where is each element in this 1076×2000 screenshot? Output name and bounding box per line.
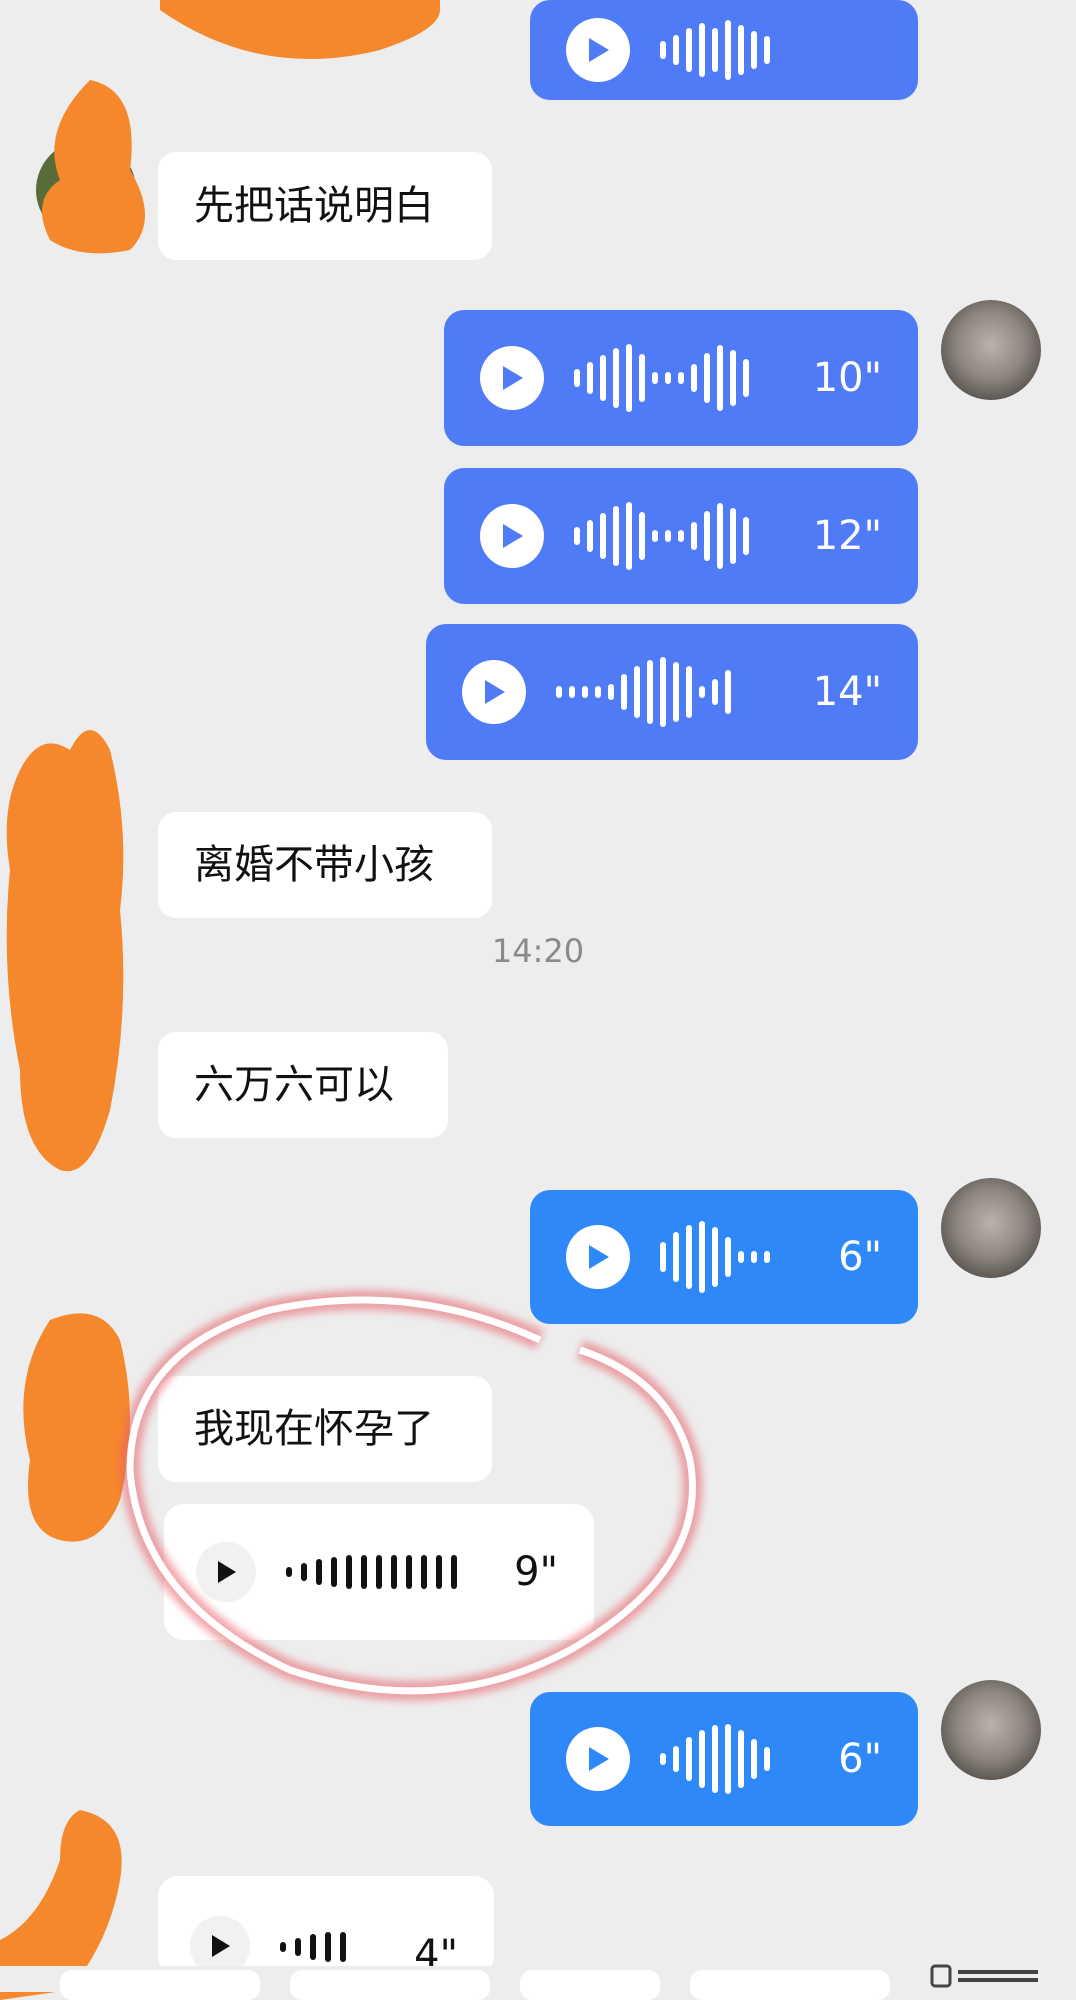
play-icon xyxy=(485,680,505,704)
play-icon xyxy=(589,1245,609,1269)
waveform-icon xyxy=(280,1932,346,1962)
voice-message-received[interactable]: 4" xyxy=(158,1876,494,1978)
message-text: 先把话说明白 xyxy=(194,183,434,229)
quick-reply-chip[interactable] xyxy=(520,1970,660,2000)
waveform-icon xyxy=(574,502,749,570)
timestamp: 14:20 xyxy=(491,932,585,970)
voice-duration: 14" xyxy=(812,669,882,715)
voice-message-sent-top[interactable]: 6" xyxy=(530,0,918,100)
message-text: 离婚不带小孩 xyxy=(194,842,434,888)
highlight-circle xyxy=(119,1290,703,1701)
quick-reply-chip[interactable] xyxy=(60,1970,260,2000)
play-button[interactable] xyxy=(480,504,544,568)
text-message-received[interactable]: 六万六可以 xyxy=(158,1032,448,1138)
avatar-self[interactable] xyxy=(941,300,1041,400)
play-button[interactable] xyxy=(462,660,526,724)
quick-reply-chip[interactable] xyxy=(290,1970,490,2000)
play-icon xyxy=(212,1935,230,1957)
play-button[interactable] xyxy=(566,18,630,82)
watermark-icon xyxy=(930,1964,1038,1988)
avatar-self[interactable] xyxy=(941,1178,1041,1278)
avatar-self[interactable] xyxy=(941,1680,1041,1780)
voice-duration: 10" xyxy=(812,355,882,401)
voice-message-sent[interactable]: 10" xyxy=(444,310,918,446)
waveform-icon xyxy=(574,344,749,412)
play-icon xyxy=(589,38,609,62)
voice-message-sent[interactable]: 12" xyxy=(444,468,918,604)
redaction-scribble xyxy=(42,80,145,254)
play-button[interactable] xyxy=(480,346,544,410)
play-icon xyxy=(589,1747,609,1771)
text-message-received[interactable]: 离婚不带小孩 xyxy=(158,812,492,918)
text-message-received[interactable]: 先把话说明白 xyxy=(158,152,492,260)
waveform-icon xyxy=(660,1724,770,1794)
voice-message-sent[interactable]: 14" xyxy=(426,624,918,760)
quick-reply-chip[interactable] xyxy=(690,1970,890,2000)
voice-duration: 6" xyxy=(838,1234,882,1280)
waveform-icon xyxy=(556,657,731,727)
play-button[interactable] xyxy=(566,1727,630,1791)
play-icon xyxy=(503,524,523,548)
voice-message-sent[interactable]: 6" xyxy=(530,1692,918,1826)
play-icon xyxy=(503,366,523,390)
message-text: 六万六可以 xyxy=(194,1062,394,1108)
voice-duration: 12" xyxy=(812,513,882,559)
voice-duration: 6" xyxy=(838,1736,882,1782)
waveform-icon xyxy=(660,20,770,80)
redaction-scribble xyxy=(160,0,440,59)
